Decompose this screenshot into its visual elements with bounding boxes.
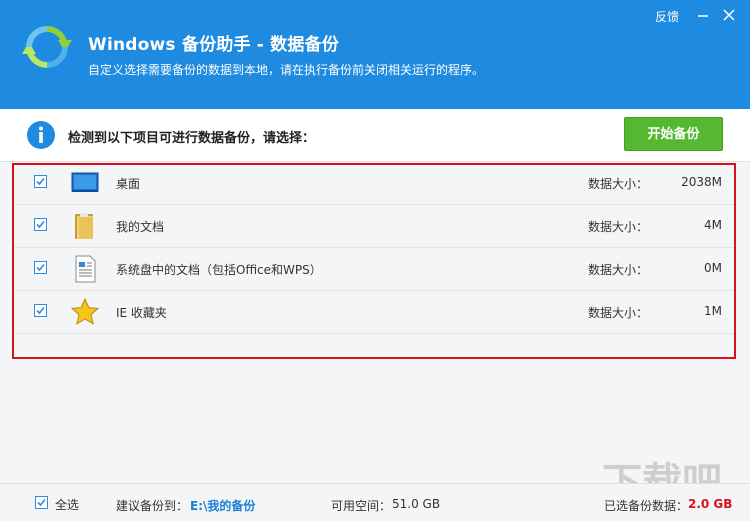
item-checkbox[interactable]: [34, 175, 47, 188]
backup-path-link[interactable]: E:\我的备份: [190, 497, 255, 514]
desktop-icon: [71, 172, 99, 192]
minimize-icon[interactable]: [694, 6, 712, 24]
size-value: 2038M: [681, 175, 722, 189]
size-value: 4M: [704, 218, 722, 232]
title-bar: Windows 备份助手 - 数据备份 自定义选择需要备份的数据到本地，请在执行…: [0, 0, 750, 109]
app-subtitle: 自定义选择需要备份的数据到本地，请在执行备份前关闭相关运行的程序。: [88, 63, 485, 77]
folder-icon: [75, 213, 93, 239]
size-label: 数据大小：: [588, 220, 649, 234]
checkmark-icon: [37, 498, 46, 507]
select-all-label[interactable]: 全选: [55, 496, 79, 513]
list-item-ie-favorites[interactable]: IE 收藏夹 数据大小： 1M: [14, 291, 736, 334]
item-label: IE 收藏夹: [116, 306, 167, 320]
close-icon[interactable]: [720, 6, 738, 24]
item-checkbox[interactable]: [34, 218, 47, 231]
checkmark-icon: [36, 306, 45, 315]
item-label: 我的文档: [116, 220, 165, 234]
info-icon: [27, 121, 55, 149]
feedback-link[interactable]: 反馈: [655, 8, 679, 25]
suggest-label: 建议备份到：: [116, 499, 189, 513]
item-checkbox[interactable]: [34, 261, 47, 274]
item-label: 系统盘中的文档（包括Office和WPS）: [116, 263, 322, 277]
document-icon: [75, 255, 96, 283]
size-label: 数据大小：: [588, 306, 649, 320]
checkmark-icon: [36, 177, 45, 186]
list-item-documents[interactable]: 我的文档 数据大小： 4M: [14, 205, 736, 248]
item-label: 桌面: [116, 177, 141, 191]
footer-bar: 全选 建议备份到： E:\我的备份 可用空间： 51.0 GB 已选备份数据： …: [0, 483, 750, 521]
app-title: Windows 备份助手 - 数据备份: [88, 35, 339, 55]
checkmark-icon: [36, 220, 45, 229]
select-all-checkbox[interactable]: [35, 496, 48, 509]
star-icon: [70, 297, 100, 325]
selected-size-value: 2.0 GB: [688, 497, 733, 511]
list-item-system-docs[interactable]: 系统盘中的文档（包括Office和WPS） 数据大小： 0M: [14, 248, 736, 291]
size-value: 0M: [704, 261, 722, 275]
info-message: 检测到以下项目可进行数据备份，请选择：: [68, 131, 316, 146]
selected-size-label: 已选备份数据：: [604, 499, 689, 513]
checkmark-icon: [36, 263, 45, 272]
size-label: 数据大小：: [588, 177, 649, 191]
size-label: 数据大小：: [588, 263, 649, 277]
size-value: 1M: [704, 304, 722, 318]
sync-logo-icon: [22, 26, 72, 68]
list-item-desktop[interactable]: 桌面 数据大小： 2038M: [14, 162, 736, 205]
free-space-value: 51.0 GB: [392, 497, 441, 511]
backup-item-list: 桌面 数据大小： 2038M 我的文档 数据大小： 4M 系统盘中的文档（包括O…: [14, 162, 736, 334]
free-space-label: 可用空间：: [331, 499, 392, 513]
start-backup-button[interactable]: 开始备份: [624, 117, 723, 151]
item-checkbox[interactable]: [34, 304, 47, 317]
info-bar: 检测到以下项目可进行数据备份，请选择： 开始备份: [0, 109, 750, 162]
